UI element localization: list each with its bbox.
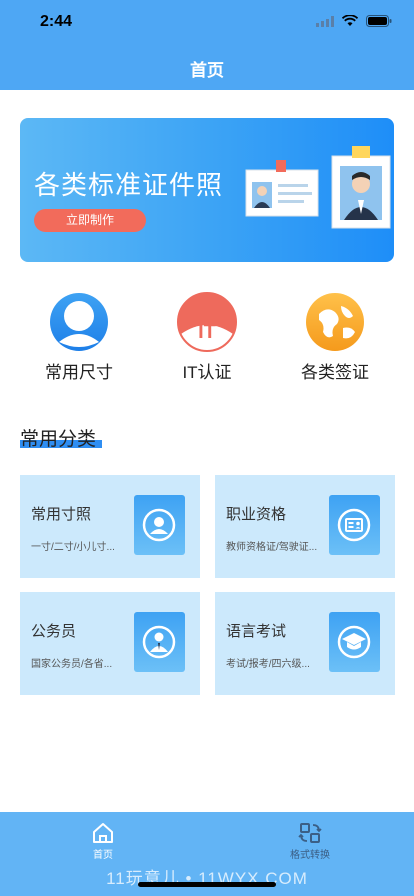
make-now-button[interactable]: 立即制作 <box>34 209 146 232</box>
card-title: 语言考试 <box>226 623 287 640</box>
card-subtitle: 教师资格证/驾驶证... <box>226 542 318 553</box>
category-label: IT认证 <box>182 363 232 382</box>
card-icon-box <box>134 612 185 672</box>
world-map-icon <box>306 293 364 351</box>
app-header: 2:44 首页 <box>0 0 414 90</box>
portrait-icon <box>142 508 176 542</box>
category-label: 常用尺寸 <box>45 363 113 382</box>
id-photo-illustration <box>245 146 391 229</box>
status-time: 2:44 <box>40 13 73 30</box>
graduation-cap-icon <box>337 625 371 659</box>
tab-convert[interactable]: 格式转换 <box>265 822 355 861</box>
card-common-photo[interactable]: 常用寸照 一寸/二寸/小儿寸... <box>20 475 200 578</box>
status-icons <box>316 15 392 27</box>
id-card-icon <box>337 508 371 542</box>
svg-text:IT: IT <box>198 321 216 343</box>
card-civil-servant[interactable]: 公务员 国家公务员/各省... <box>20 592 200 695</box>
promo-banner[interactable]: 各类标准证件照 立即制作 <box>20 118 394 262</box>
signal-icon <box>316 15 334 27</box>
card-title: 常用寸照 <box>31 506 92 523</box>
page-title: 首页 <box>190 61 224 80</box>
convert-icon <box>298 823 322 843</box>
category-visa[interactable]: 各类签证 <box>280 292 390 383</box>
card-icon-box <box>329 612 380 672</box>
card-icon-box <box>329 495 380 555</box>
card-language-exam[interactable]: 语言考试 考试/报考/四六级... <box>215 592 395 695</box>
battery-icon <box>366 15 392 27</box>
home-icon <box>93 823 113 843</box>
card-subtitle: 考试/报考/四六级... <box>226 659 310 670</box>
card-icon-box <box>134 495 185 555</box>
card-professional[interactable]: 职业资格 教师资格证/驾驶证... <box>215 475 395 578</box>
card-subtitle: 一寸/二寸/小儿寸... <box>31 542 115 553</box>
wifi-icon <box>342 15 358 26</box>
banner-title: 各类标准证件照 <box>34 170 224 200</box>
person-circle-icon <box>50 293 108 351</box>
category-it-cert[interactable]: IT IT认证 <box>152 292 262 383</box>
it-badge-icon: IT <box>177 292 237 352</box>
category-label: 各类签证 <box>301 363 369 382</box>
section-title: 常用分类 <box>20 429 97 450</box>
official-icon <box>142 625 176 659</box>
home-indicator <box>138 882 276 887</box>
tab-home-label: 首页 <box>93 850 113 861</box>
card-title: 公务员 <box>31 623 77 640</box>
category-common-size[interactable]: 常用尺寸 <box>24 292 134 383</box>
tab-home[interactable]: 首页 <box>58 822 148 861</box>
tab-convert-label: 格式转换 <box>290 850 330 861</box>
card-title: 职业资格 <box>226 506 287 523</box>
card-subtitle: 国家公务员/各省... <box>31 659 113 670</box>
